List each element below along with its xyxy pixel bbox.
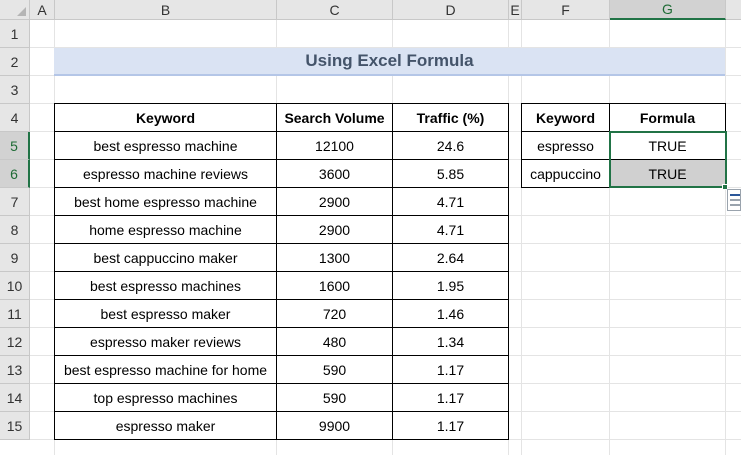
row-header-15[interactable]: 15 (0, 412, 30, 440)
keyword-table-cell[interactable]: 12100 (276, 131, 393, 160)
column-header-d[interactable]: D (393, 0, 509, 20)
keyword-table-cell[interactable]: espresso maker (54, 411, 277, 440)
column-header-g[interactable]: G (610, 0, 726, 20)
keyword-table-cell[interactable]: 2900 (276, 215, 393, 244)
keyword-table-cell[interactable]: best espresso machines (54, 271, 277, 300)
keyword-table-header[interactable]: Keyword (54, 103, 277, 132)
cell-selection-range (609, 131, 727, 188)
keyword-table-cell[interactable]: 1.46 (392, 299, 509, 328)
row-header-13[interactable]: 13 (0, 356, 30, 384)
keyword-table-cell[interactable]: 1300 (276, 243, 393, 272)
column-header-b[interactable]: B (55, 0, 277, 20)
keyword-table-cell[interactable]: 9900 (276, 411, 393, 440)
keyword-table-cell[interactable]: 4.71 (392, 187, 509, 216)
select-all-triangle-icon (17, 7, 26, 16)
lookup-table-cell[interactable]: cappuccino (521, 159, 610, 188)
row-header-11[interactable]: 11 (0, 300, 30, 328)
keyword-table-cell[interactable]: 720 (276, 299, 393, 328)
column-header-c[interactable]: C (277, 0, 393, 20)
gridline-vertical (725, 20, 726, 455)
keyword-table-cell[interactable]: home espresso machine (54, 215, 277, 244)
row-header-9[interactable]: 9 (0, 244, 30, 272)
column-header-e[interactable]: E (509, 0, 522, 20)
row-header-8[interactable]: 8 (0, 216, 30, 244)
keyword-table-cell[interactable]: 1.17 (392, 355, 509, 384)
keyword-table-cell[interactable]: 3600 (276, 159, 393, 188)
keyword-table-cell[interactable]: 590 (276, 355, 393, 384)
keyword-table-cell[interactable]: top espresso machines (54, 383, 277, 412)
keyword-table-header[interactable]: Search Volume (276, 103, 393, 132)
keyword-table-cell[interactable]: 1.17 (392, 383, 509, 412)
lookup-table-header[interactable]: Keyword (521, 103, 610, 132)
row-header-3[interactable]: 3 (0, 76, 30, 104)
row-header-6[interactable]: 6 (0, 160, 30, 188)
row-header-2[interactable]: 2 (0, 48, 30, 76)
keyword-table-cell[interactable]: 1.17 (392, 411, 509, 440)
lookup-table-cell[interactable]: espresso (521, 131, 610, 160)
keyword-table-cell[interactable]: 590 (276, 383, 393, 412)
keyword-table-cell[interactable]: 2.64 (392, 243, 509, 272)
select-all-button[interactable] (0, 0, 30, 20)
row-header-1[interactable]: 1 (0, 20, 30, 48)
keyword-table-cell[interactable]: 1600 (276, 271, 393, 300)
keyword-table-cell[interactable]: espresso machine reviews (54, 159, 277, 188)
quick-analysis-button[interactable] (727, 189, 741, 211)
keyword-table-cell[interactable]: 2900 (276, 187, 393, 216)
column-header-h[interactable] (726, 0, 741, 20)
column-header-f[interactable]: F (522, 0, 610, 20)
gridline-vertical (521, 20, 522, 455)
lookup-table-header[interactable]: Formula (609, 103, 726, 132)
keyword-table-cell[interactable]: espresso maker reviews (54, 327, 277, 356)
keyword-table-cell[interactable]: 1.34 (392, 327, 509, 356)
keyword-table-cell[interactable]: best espresso machine (54, 131, 277, 160)
column-header-a[interactable]: A (30, 0, 55, 20)
gridline-vertical (609, 20, 610, 455)
keyword-table-cell[interactable]: 480 (276, 327, 393, 356)
keyword-table-cell[interactable]: best cappuccino maker (54, 243, 277, 272)
keyword-table-cell[interactable]: best home espresso machine (54, 187, 277, 216)
keyword-table-cell[interactable]: 24.6 (392, 131, 509, 160)
page-title[interactable]: Using Excel Formula (54, 48, 725, 76)
keyword-table-header[interactable]: Traffic (%) (392, 103, 509, 132)
row-header-14[interactable]: 14 (0, 384, 30, 412)
keyword-table-cell[interactable]: best espresso maker (54, 299, 277, 328)
row-header-7[interactable]: 7 (0, 188, 30, 216)
row-header-12[interactable]: 12 (0, 328, 30, 356)
row-header-10[interactable]: 10 (0, 272, 30, 300)
keyword-table-cell[interactable]: 1.95 (392, 271, 509, 300)
keyword-table-cell[interactable]: 5.85 (392, 159, 509, 188)
keyword-table-cell[interactable]: 4.71 (392, 215, 509, 244)
row-header-5[interactable]: 5 (0, 132, 30, 160)
keyword-table-cell[interactable]: best espresso machine for home (54, 355, 277, 384)
row-header-4[interactable]: 4 (0, 104, 30, 132)
